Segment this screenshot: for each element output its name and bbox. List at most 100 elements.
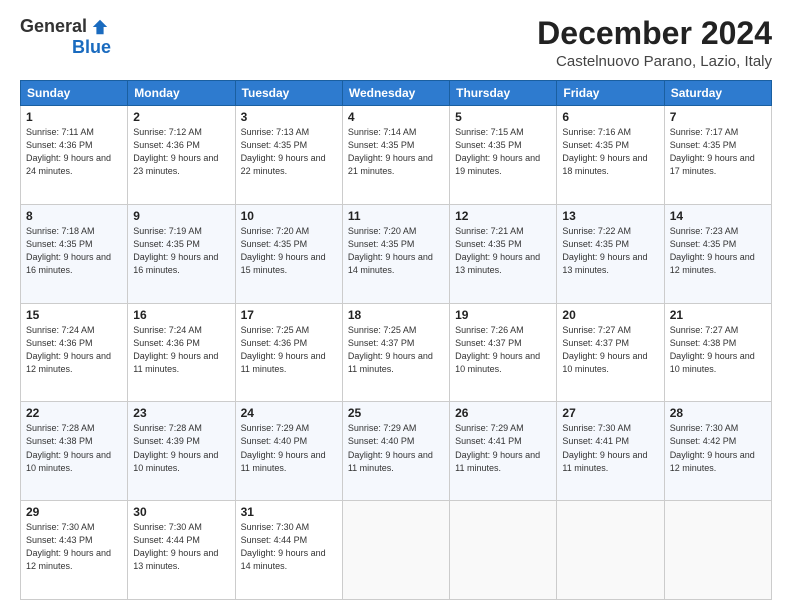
day-info: Sunrise: 7:26 AMSunset: 4:37 PMDaylight:…: [455, 325, 540, 374]
table-row: 31 Sunrise: 7:30 AMSunset: 4:44 PMDayligh…: [235, 501, 342, 600]
day-info: Sunrise: 7:20 AMSunset: 4:35 PMDaylight:…: [348, 226, 433, 275]
table-row: 9Sunrise: 7:19 AMSunset: 4:35 PMDaylight…: [128, 204, 235, 303]
table-row: 24Sunrise: 7:29 AMSunset: 4:40 PMDayligh…: [235, 402, 342, 501]
day-info: Sunrise: 7:30 AMSunset: 4:42 PMDaylight:…: [670, 423, 755, 472]
day-info: Sunrise: 7:30 AMSunset: 4:44 PMDaylight:…: [241, 522, 326, 571]
day-number: 30: [133, 505, 229, 519]
table-row: 21Sunrise: 7:27 AMSunset: 4:38 PMDayligh…: [664, 303, 771, 402]
header-friday: Friday: [557, 81, 664, 106]
day-number: 22: [26, 406, 122, 420]
day-info: Sunrise: 7:25 AMSunset: 4:36 PMDaylight:…: [241, 325, 326, 374]
day-info: Sunrise: 7:30 AMSunset: 4:41 PMDaylight:…: [562, 423, 647, 472]
table-row: 30Sunrise: 7:30 AMSunset: 4:44 PMDayligh…: [128, 501, 235, 600]
table-row: [664, 501, 771, 600]
day-number: 26: [455, 406, 551, 420]
day-number: 31: [241, 505, 337, 519]
header-thursday: Thursday: [450, 81, 557, 106]
day-info: Sunrise: 7:18 AMSunset: 4:35 PMDaylight:…: [26, 226, 111, 275]
day-info: Sunrise: 7:15 AMSunset: 4:35 PMDaylight:…: [455, 127, 540, 176]
table-row: 22Sunrise: 7:28 AMSunset: 4:38 PMDayligh…: [21, 402, 128, 501]
title-area: December 2024 Castelnuovo Parano, Lazio,…: [537, 16, 772, 70]
day-number: 12: [455, 209, 551, 223]
calendar-week-row: 29 Sunrise: 7:30 AMSunset: 4:43 PMDayligh…: [21, 501, 772, 600]
day-info: Sunrise: 7:16 AMSunset: 4:35 PMDaylight:…: [562, 127, 647, 176]
day-info: Sunrise: 7:30 AMSunset: 4:43 PMDaylight:…: [26, 522, 111, 571]
day-number: 27: [562, 406, 658, 420]
logo-general: General: [20, 16, 87, 37]
day-info: Sunrise: 7:17 AMSunset: 4:35 PMDaylight:…: [670, 127, 755, 176]
main-title: December 2024: [537, 16, 772, 51]
day-info: Sunrise: 7:28 AMSunset: 4:39 PMDaylight:…: [133, 423, 218, 472]
header: General Blue December 2024 Castelnuovo P…: [20, 16, 772, 70]
table-row: 20Sunrise: 7:27 AMSunset: 4:37 PMDayligh…: [557, 303, 664, 402]
day-info: Sunrise: 7:25 AMSunset: 4:37 PMDaylight:…: [348, 325, 433, 374]
table-row: [450, 501, 557, 600]
logo-icon: [91, 18, 109, 36]
logo: General: [20, 16, 109, 37]
logo-blue: Blue: [72, 37, 111, 58]
day-number: 17: [241, 308, 337, 322]
table-row: 8Sunrise: 7:18 AMSunset: 4:35 PMDaylight…: [21, 204, 128, 303]
page: General Blue December 2024 Castelnuovo P…: [0, 0, 792, 612]
calendar-week-row: 1 Sunrise: 7:11 AMSunset: 4:36 PMDaylight…: [21, 106, 772, 205]
table-row: 26 Sunrise: 7:29 AMSunset: 4:41 PMDayligh…: [450, 402, 557, 501]
day-number: 19: [455, 308, 551, 322]
header-tuesday: Tuesday: [235, 81, 342, 106]
day-info: Sunrise: 7:13 AMSunset: 4:35 PMDaylight:…: [241, 127, 326, 176]
header-wednesday: Wednesday: [342, 81, 449, 106]
table-row: 27 Sunrise: 7:30 AMSunset: 4:41 PMDayligh…: [557, 402, 664, 501]
day-number: 10: [241, 209, 337, 223]
day-info: Sunrise: 7:27 AMSunset: 4:37 PMDaylight:…: [562, 325, 647, 374]
table-row: 13Sunrise: 7:22 AMSunset: 4:35 PMDayligh…: [557, 204, 664, 303]
day-info: Sunrise: 7:29 AMSunset: 4:41 PMDaylight:…: [455, 423, 540, 472]
table-row: 12Sunrise: 7:21 AMSunset: 4:35 PMDayligh…: [450, 204, 557, 303]
day-number: 7: [670, 110, 766, 124]
day-number: 5: [455, 110, 551, 124]
day-number: 1: [26, 110, 122, 124]
calendar-week-row: 15 Sunrise: 7:24 AMSunset: 4:36 PMDayligh…: [21, 303, 772, 402]
day-info: Sunrise: 7:23 AMSunset: 4:35 PMDaylight:…: [670, 226, 755, 275]
day-info: Sunrise: 7:29 AMSunset: 4:40 PMDaylight:…: [348, 423, 433, 472]
day-number: 29: [26, 505, 122, 519]
day-number: 11: [348, 209, 444, 223]
table-row: [557, 501, 664, 600]
calendar-week-row: 22Sunrise: 7:28 AMSunset: 4:38 PMDayligh…: [21, 402, 772, 501]
day-number: 18: [348, 308, 444, 322]
calendar-week-row: 8Sunrise: 7:18 AMSunset: 4:35 PMDaylight…: [21, 204, 772, 303]
day-info: Sunrise: 7:24 AMSunset: 4:36 PMDaylight:…: [26, 325, 111, 374]
table-row: [342, 501, 449, 600]
day-info: Sunrise: 7:20 AMSunset: 4:35 PMDaylight:…: [241, 226, 326, 275]
day-info: Sunrise: 7:27 AMSunset: 4:38 PMDaylight:…: [670, 325, 755, 374]
day-number: 9: [133, 209, 229, 223]
day-number: 6: [562, 110, 658, 124]
header-sunday: Sunday: [21, 81, 128, 106]
table-row: 16Sunrise: 7:24 AMSunset: 4:36 PMDayligh…: [128, 303, 235, 402]
table-row: 1 Sunrise: 7:11 AMSunset: 4:36 PMDaylight…: [21, 106, 128, 205]
table-row: 15 Sunrise: 7:24 AMSunset: 4:36 PMDayligh…: [21, 303, 128, 402]
table-row: 7 Sunrise: 7:17 AMSunset: 4:35 PMDaylight…: [664, 106, 771, 205]
logo-area: General Blue: [20, 16, 111, 58]
header-saturday: Saturday: [664, 81, 771, 106]
table-row: 6 Sunrise: 7:16 AMSunset: 4:35 PMDaylight…: [557, 106, 664, 205]
table-row: 11 Sunrise: 7:20 AMSunset: 4:35 PMDayligh…: [342, 204, 449, 303]
table-row: 19 Sunrise: 7:26 AMSunset: 4:37 PMDayligh…: [450, 303, 557, 402]
table-row: 28 Sunrise: 7:30 AMSunset: 4:42 PMDayligh…: [664, 402, 771, 501]
table-row: 2Sunrise: 7:12 AMSunset: 4:36 PMDaylight…: [128, 106, 235, 205]
table-row: 23Sunrise: 7:28 AMSunset: 4:39 PMDayligh…: [128, 402, 235, 501]
table-row: 17 Sunrise: 7:25 AMSunset: 4:36 PMDayligh…: [235, 303, 342, 402]
day-number: 16: [133, 308, 229, 322]
day-info: Sunrise: 7:11 AMSunset: 4:36 PMDaylight:…: [26, 127, 111, 176]
table-row: 14 Sunrise: 7:23 AMSunset: 4:35 PMDayligh…: [664, 204, 771, 303]
day-number: 28: [670, 406, 766, 420]
subtitle: Castelnuovo Parano, Lazio, Italy: [537, 53, 772, 70]
table-row: 4Sunrise: 7:14 AMSunset: 4:35 PMDaylight…: [342, 106, 449, 205]
table-row: 25Sunrise: 7:29 AMSunset: 4:40 PMDayligh…: [342, 402, 449, 501]
table-row: 3Sunrise: 7:13 AMSunset: 4:35 PMDaylight…: [235, 106, 342, 205]
table-row: 5 Sunrise: 7:15 AMSunset: 4:35 PMDaylight…: [450, 106, 557, 205]
calendar-header-row: Sunday Monday Tuesday Wednesday Thursday…: [21, 81, 772, 106]
day-info: Sunrise: 7:14 AMSunset: 4:35 PMDaylight:…: [348, 127, 433, 176]
day-number: 2: [133, 110, 229, 124]
table-row: 10 Sunrise: 7:20 AMSunset: 4:35 PMDayligh…: [235, 204, 342, 303]
day-number: 14: [670, 209, 766, 223]
day-number: 15: [26, 308, 122, 322]
